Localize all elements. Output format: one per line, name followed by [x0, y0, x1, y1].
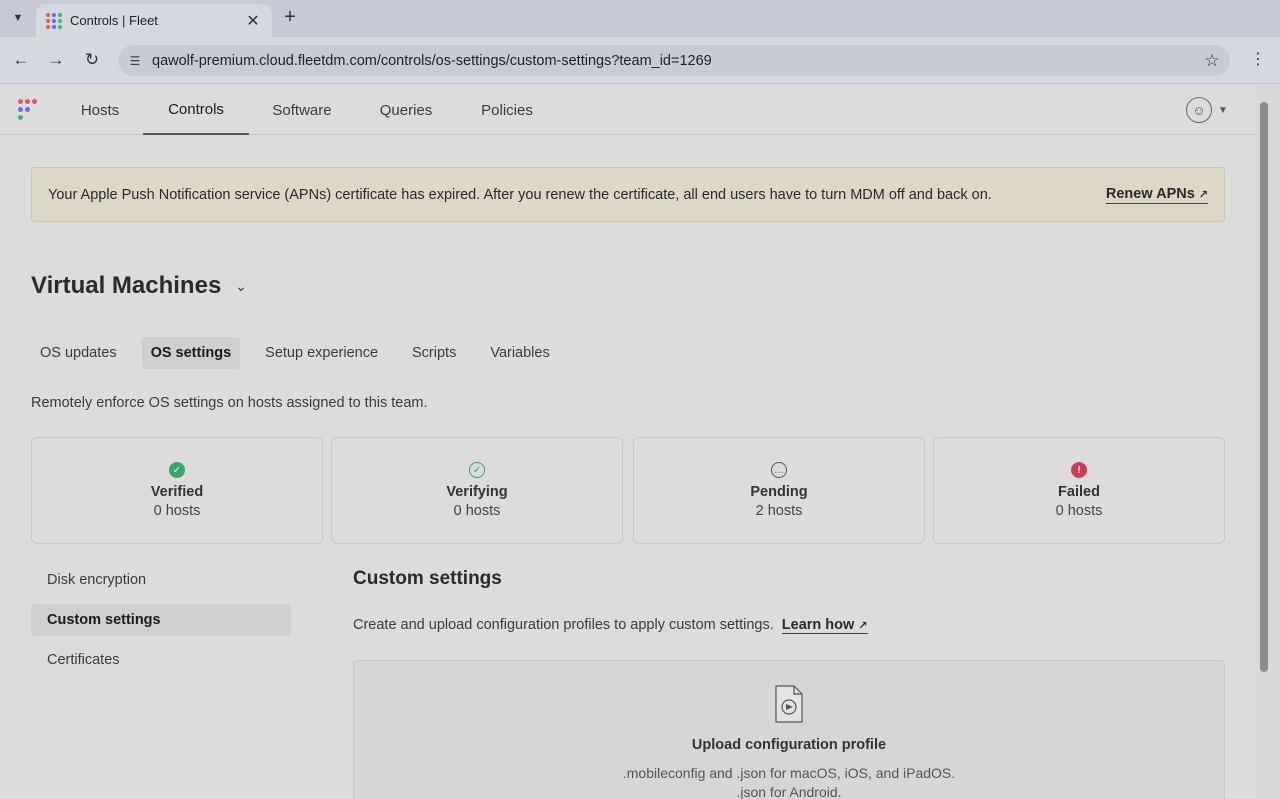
- upload-profile-dropzone[interactable]: Upload configuration profile .mobileconf…: [353, 660, 1225, 799]
- user-menu[interactable]: ☺ ▼: [1186, 97, 1228, 123]
- external-link-icon: ↗: [858, 620, 868, 632]
- reload-icon[interactable]: ↻: [81, 49, 103, 71]
- upload-title: Upload configuration profile: [691, 737, 887, 753]
- check-circle-filled-icon: ✓: [169, 462, 185, 478]
- tab-os-updates[interactable]: OS updates: [31, 337, 126, 369]
- status-card-failed[interactable]: ! Failed 0 hosts: [933, 437, 1225, 544]
- status-label: Verified: [150, 484, 204, 500]
- chevron-down-icon: ⌄: [235, 277, 248, 294]
- browser-tab-strip: ▼ Controls | Fleet ✕ +: [0, 0, 1280, 37]
- nav-software[interactable]: Software: [262, 85, 342, 135]
- status-cards: ✓ Verified 0 hosts ✓ Verifying 0 hosts ……: [31, 437, 1225, 544]
- sidenav-disk-encryption[interactable]: Disk encryption: [31, 564, 291, 596]
- pending-ellipsis-icon: …: [771, 462, 787, 478]
- browser-toolbar: ← → ↻ ☰ qawolf-premium.cloud.fleetdm.com…: [0, 37, 1280, 84]
- sidenav-certificates[interactable]: Certificates: [31, 644, 291, 676]
- status-label: Failed: [1058, 484, 1100, 500]
- status-label: Pending: [750, 484, 808, 500]
- back-arrow-icon[interactable]: ←: [10, 49, 32, 71]
- tab-close-icon[interactable]: ✕: [244, 11, 262, 31]
- config-file-icon: [775, 685, 803, 723]
- nav-controls[interactable]: Controls: [143, 85, 249, 135]
- sidenav-custom-settings[interactable]: Custom settings: [31, 604, 291, 636]
- upload-hint-apple: .mobileconfig and .json for macOS, iOS, …: [622, 765, 956, 781]
- new-tab-plus-icon[interactable]: +: [280, 6, 300, 30]
- fleet-favicon-icon: [46, 12, 62, 29]
- controls-subtabs: OS updates OS settings Setup experience …: [31, 337, 575, 369]
- team-dropdown[interactable]: Virtual Machines ⌄: [31, 272, 247, 300]
- url-text[interactable]: qawolf-premium.cloud.fleetdm.com/control…: [152, 53, 1194, 69]
- browser-menu-icon[interactable]: ⋮: [1248, 49, 1268, 71]
- status-label: Verifying: [446, 484, 508, 500]
- banner-message: Your Apple Push Notification service (AP…: [48, 186, 992, 203]
- browser-tab[interactable]: Controls | Fleet ✕: [36, 4, 272, 37]
- renew-apns-link[interactable]: Renew APNs ↗: [1105, 185, 1208, 204]
- fleet-logo-icon[interactable]: [18, 99, 40, 121]
- tab-title: Controls | Fleet: [70, 13, 158, 28]
- status-card-verifying[interactable]: ✓ Verifying 0 hosts: [331, 437, 623, 544]
- tab-scripts[interactable]: Scripts: [403, 337, 465, 369]
- check-circle-outline-icon: ✓: [469, 462, 485, 478]
- tab-variables[interactable]: Variables: [481, 337, 558, 369]
- nav-hosts[interactable]: Hosts: [68, 85, 132, 135]
- app-top-nav: Hosts Controls Software Queries Policies…: [0, 85, 1256, 135]
- nav-queries[interactable]: Queries: [370, 85, 442, 135]
- address-bar[interactable]: ☰ qawolf-premium.cloud.fleetdm.com/contr…: [118, 45, 1230, 76]
- status-count: 2 hosts: [755, 503, 803, 519]
- forward-arrow-icon[interactable]: →: [45, 49, 67, 71]
- section-title: Custom settings: [353, 568, 502, 589]
- apns-expired-banner: Your Apple Push Notification service (AP…: [31, 167, 1225, 222]
- bookmark-star-icon[interactable]: ☆: [1194, 51, 1230, 71]
- status-count: 0 hosts: [153, 503, 201, 519]
- tab-list-chevron-icon[interactable]: ▼: [7, 7, 29, 29]
- os-settings-description: Remotely enforce OS settings on hosts as…: [31, 395, 428, 411]
- status-count: 0 hosts: [453, 503, 501, 519]
- site-settings-icon[interactable]: ☰: [118, 54, 152, 68]
- team-name: Virtual Machines: [31, 272, 222, 299]
- section-description: Create and upload configuration profiles…: [353, 617, 868, 634]
- chevron-down-icon: ▼: [1218, 104, 1228, 116]
- scrollbar-thumb[interactable]: [1260, 102, 1268, 672]
- status-card-verified[interactable]: ✓ Verified 0 hosts: [31, 437, 323, 544]
- status-count: 0 hosts: [1055, 503, 1103, 519]
- user-avatar-icon: ☺: [1186, 97, 1212, 123]
- external-link-icon: ↗: [1198, 188, 1208, 201]
- learn-how-label: Learn how: [781, 617, 855, 633]
- upload-hint-android: .json for Android.: [736, 784, 842, 799]
- renew-apns-label: Renew APNs: [1105, 185, 1195, 202]
- status-card-pending[interactable]: … Pending 2 hosts: [633, 437, 925, 544]
- tab-os-settings[interactable]: OS settings: [141, 337, 241, 369]
- section-description-text: Create and upload configuration profiles…: [353, 617, 774, 633]
- os-settings-sidenav: Disk encryption Custom settings Certific…: [31, 564, 291, 684]
- tab-setup-experience[interactable]: Setup experience: [256, 337, 387, 369]
- learn-how-link[interactable]: Learn how ↗: [781, 617, 868, 634]
- error-icon: !: [1071, 462, 1087, 478]
- nav-policies[interactable]: Policies: [472, 85, 542, 135]
